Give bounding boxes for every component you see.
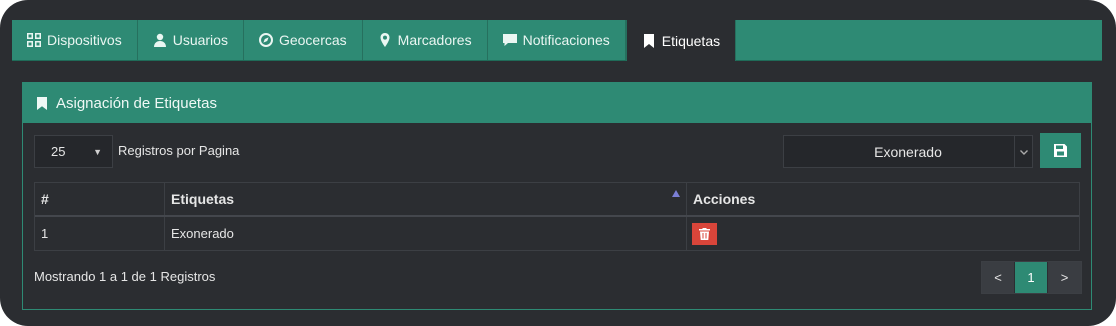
column-header-acciones: Acciones bbox=[687, 183, 1079, 215]
tab-label: Marcadores bbox=[397, 32, 472, 48]
row-actions bbox=[687, 217, 1079, 250]
compass-icon bbox=[258, 33, 273, 47]
map-marker-icon bbox=[380, 33, 390, 47]
user-icon bbox=[153, 33, 166, 47]
tab-label: Notificaciones bbox=[522, 32, 610, 48]
grid-icon bbox=[27, 33, 41, 47]
floppy-disk-icon bbox=[1054, 144, 1067, 157]
bookmark-icon bbox=[37, 96, 47, 110]
tab-etiquetas[interactable]: Etiquetas bbox=[625, 20, 737, 61]
tab-label: Usuarios bbox=[172, 32, 228, 48]
pagination: < 1 > bbox=[981, 261, 1082, 294]
comment-icon bbox=[502, 34, 517, 46]
tab-label: Geocercas bbox=[278, 32, 347, 48]
pagination-page-1[interactable]: 1 bbox=[1015, 262, 1048, 293]
tab-label: Etiquetas bbox=[661, 32, 721, 49]
caret-down-icon: ▼ bbox=[93, 146, 102, 157]
table-header-row: # Etiquetas Acciones bbox=[35, 183, 1079, 217]
tab-dispositivos[interactable]: Dispositivos bbox=[12, 20, 138, 60]
bookmark-icon bbox=[643, 33, 654, 48]
pagination-next[interactable]: > bbox=[1048, 262, 1081, 293]
save-button[interactable] bbox=[1040, 133, 1081, 168]
column-header-number[interactable]: # bbox=[35, 183, 165, 215]
records-info: Mostrando 1 a 1 de 1 Registros bbox=[34, 269, 216, 284]
panel-header: Asignación de Etiquetas bbox=[23, 83, 1091, 123]
tab-label: Dispositivos bbox=[47, 32, 122, 48]
tag-assignment-panel: Asignación de Etiquetas 25 ▼ Registros p… bbox=[22, 82, 1092, 310]
pagination-prev[interactable]: < bbox=[982, 262, 1015, 293]
row-tag: Exonerado bbox=[165, 217, 687, 250]
column-header-etiquetas[interactable]: Etiquetas bbox=[165, 183, 687, 215]
tab-marcadores[interactable]: Marcadores bbox=[363, 20, 488, 60]
page-size-label: Registros por Pagina bbox=[118, 143, 240, 158]
panel-title: Asignación de Etiquetas bbox=[56, 94, 217, 112]
tab-geocercas[interactable]: Geocercas bbox=[244, 20, 363, 60]
row-number: 1 bbox=[35, 217, 165, 250]
table-toolbar: 25 ▼ Registros por Pagina Exonerado bbox=[34, 133, 1081, 168]
delete-button[interactable] bbox=[692, 222, 717, 245]
app-window: Dispositivos Usuarios Geocercas Marcador… bbox=[0, 0, 1116, 326]
trash-icon bbox=[699, 227, 710, 240]
tab-notificaciones[interactable]: Notificaciones bbox=[488, 20, 626, 60]
page-size-value: 25 bbox=[51, 144, 66, 159]
table-row: 1 Exonerado bbox=[35, 217, 1079, 250]
chevron-down-icon bbox=[1014, 136, 1032, 167]
sort-ascending-icon bbox=[672, 190, 680, 197]
page-size-select[interactable]: 25 ▼ bbox=[34, 135, 113, 168]
tag-select[interactable]: Exonerado bbox=[783, 135, 1033, 168]
tab-bar: Dispositivos Usuarios Geocercas Marcador… bbox=[12, 20, 1102, 61]
column-header-label: Etiquetas bbox=[171, 191, 235, 207]
tag-select-value: Exonerado bbox=[874, 143, 942, 160]
tags-table: # Etiquetas Acciones 1 Exonerado bbox=[34, 182, 1080, 251]
tab-usuarios[interactable]: Usuarios bbox=[138, 20, 244, 60]
